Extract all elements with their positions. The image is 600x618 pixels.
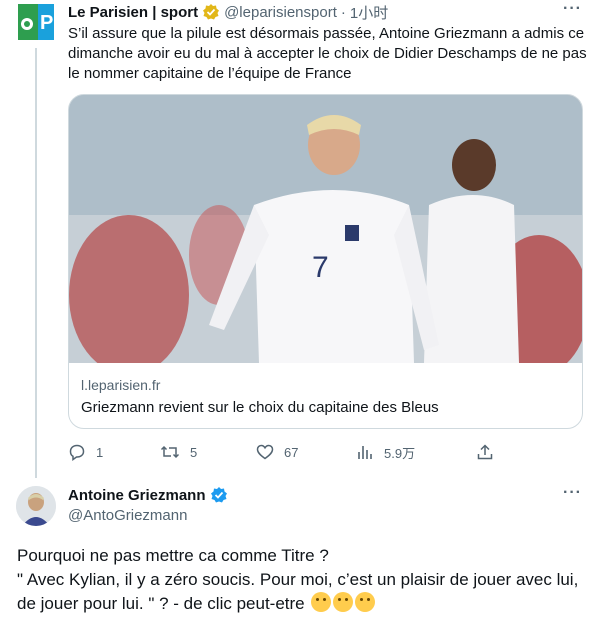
quoted-tweet: P Le Parisien | sport @leparisiensport ·… — [0, 0, 600, 478]
views-button[interactable]: 5.9万 — [356, 443, 415, 462]
more-options-icon[interactable]: ··· — [563, 0, 582, 18]
views-chart-icon — [356, 443, 374, 461]
tweet-time[interactable]: 1小时 — [350, 2, 388, 23]
reply-text-line2: " Avec Kylian, il y a zéro soucis. Pour … — [17, 568, 592, 616]
jersey-number: 7 — [312, 251, 329, 284]
share-button[interactable] — [476, 443, 494, 461]
like-button[interactable]: 67 — [256, 443, 298, 461]
tweet-text: S’il assure que la pilule est désormais … — [68, 25, 587, 82]
retweet-icon — [160, 443, 180, 461]
thread-line — [35, 48, 37, 478]
reply-button[interactable]: 1 — [68, 443, 103, 461]
separator-dot: · — [340, 3, 346, 21]
heart-icon — [256, 443, 274, 461]
reply-author-name[interactable]: Antoine Griezmann — [68, 487, 206, 504]
link-card[interactable]: 7 l.leparisien.fr Griezmann revient sur … — [68, 94, 583, 429]
leparisien-avatar[interactable]: P — [16, 2, 56, 42]
reply-author-handle[interactable]: @AntoGriezmann — [68, 507, 187, 524]
tweet-actions: 1 5 67 5.9万 — [68, 440, 508, 464]
reply-text-body: " Avec Kylian, il y a zéro soucis. Pour … — [17, 570, 579, 613]
card-title: Griezmann revient sur le choix du capita… — [81, 399, 439, 416]
retweet-button[interactable]: 5 — [160, 443, 197, 461]
retweet-count: 5 — [190, 444, 198, 460]
author-name[interactable]: Le Parisien | sport — [68, 4, 198, 21]
reply-text-line1: Pourquoi ne pas mettre ca comme Titre ? — [17, 546, 329, 565]
gold-verified-badge-icon — [202, 3, 220, 21]
reply-text: Pourquoi ne pas mettre ca comme Titre ? … — [17, 544, 592, 616]
griezmann-avatar[interactable] — [16, 486, 56, 526]
like-count: 67 — [284, 444, 299, 460]
svg-text:P: P — [40, 12, 53, 34]
reply-icon — [68, 443, 86, 461]
blue-verified-badge-icon — [210, 486, 228, 504]
tweet-header: Le Parisien | sport @leparisiensport · 1… — [68, 2, 388, 22]
reply-count: 1 — [96, 444, 104, 460]
thinking-face-icon — [311, 592, 332, 612]
share-icon — [476, 443, 494, 461]
reply-more-options-icon[interactable]: ··· — [563, 484, 582, 502]
views-count: 5.9万 — [384, 445, 416, 461]
card-image: 7 — [69, 95, 582, 375]
card-domain: l.leparisien.fr — [81, 377, 161, 393]
author-handle[interactable]: @leparisiensport — [224, 4, 337, 21]
reply-author-row: Antoine Griezmann — [68, 486, 228, 504]
thinking-face-icon — [333, 592, 354, 612]
thinking-face-icon — [355, 592, 376, 612]
